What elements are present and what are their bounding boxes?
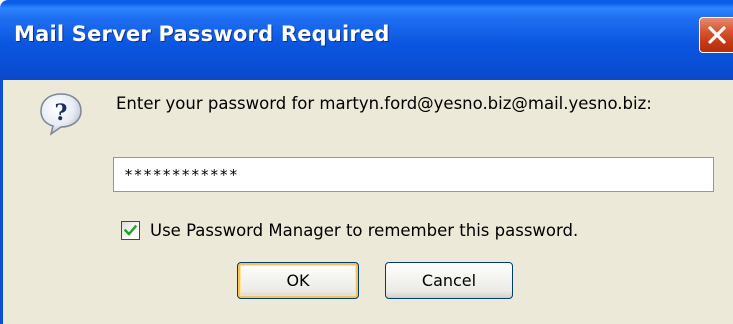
window-title: Mail Server Password Required — [14, 22, 390, 46]
cancel-button[interactable]: Cancel — [385, 262, 513, 299]
password-input[interactable] — [113, 157, 714, 192]
ok-button[interactable]: OK — [237, 262, 359, 299]
dialog-body — [0, 80, 733, 324]
checkmark-icon — [124, 224, 137, 236]
remember-password-option[interactable]: Use Password Manager to remember this pa… — [121, 218, 578, 242]
close-button[interactable] — [699, 17, 733, 53]
question-icon: ? — [40, 93, 82, 136]
remember-password-label: Use Password Manager to remember this pa… — [150, 220, 579, 240]
close-icon — [708, 26, 726, 44]
title-bar[interactable]: Mail Server Password Required — [0, 0, 733, 80]
password-prompt: Enter your password for martyn.ford@yesn… — [116, 94, 652, 113]
password-dialog: Mail Server Password Required ? Enter yo… — [0, 0, 733, 324]
svg-text:?: ? — [55, 100, 68, 126]
remember-password-checkbox[interactable] — [121, 220, 140, 240]
